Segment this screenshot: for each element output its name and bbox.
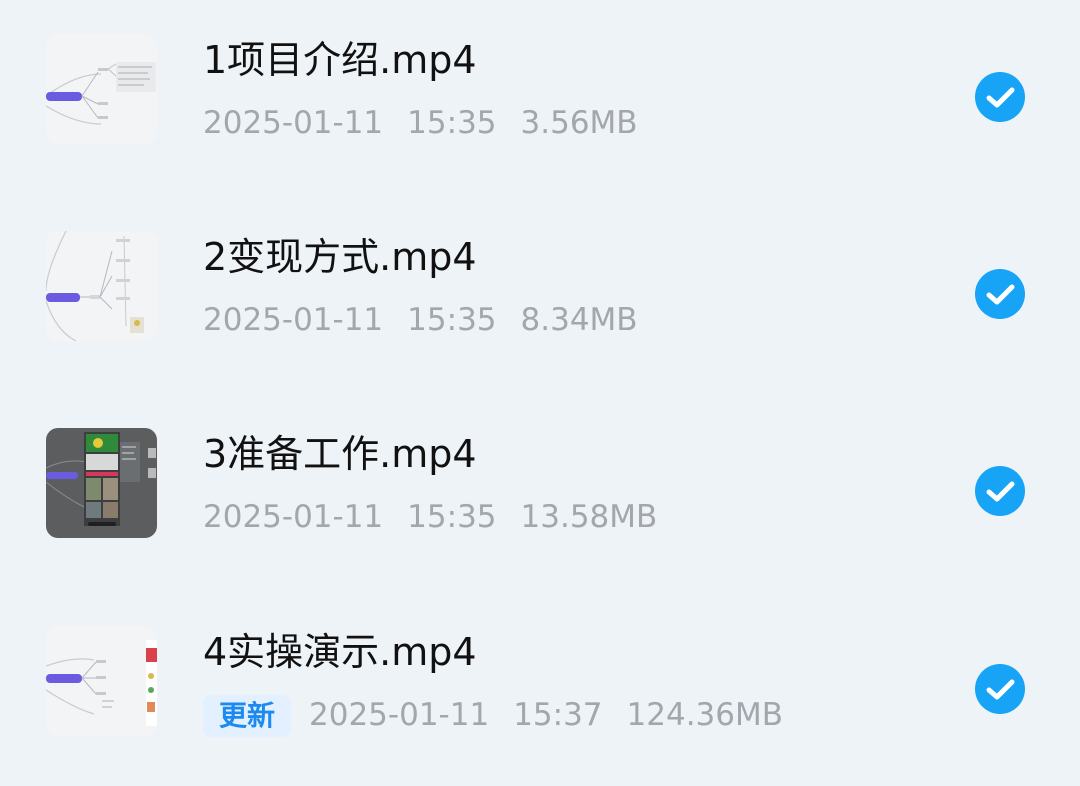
file-date: 2025-01-11 [203,302,384,338]
video-thumbnail [46,428,157,538]
file-name: 2变现方式.mp4 [203,235,477,279]
file-meta: 2025-01-11 15:35 8.34MB [203,299,638,341]
file-name: 3准备工作.mp4 [203,432,477,476]
file-meta: 更新 2025-01-11 15:37 124.36MB [203,694,783,737]
checkmark-circle-icon[interactable] [975,72,1025,122]
update-badge: 更新 [203,695,292,737]
file-row[interactable]: 1项目介绍.mp4 2025-01-11 15:35 3.56MB [0,0,1080,160]
checkmark-circle-icon[interactable] [975,466,1025,516]
checkmark-circle-icon[interactable] [975,664,1025,714]
file-meta: 2025-01-11 15:35 3.56MB [203,102,638,144]
video-thumbnail [46,34,157,144]
file-time: 15:35 [407,499,497,535]
file-size: 124.36MB [626,697,784,733]
file-row[interactable]: 3准备工作.mp4 2025-01-11 15:35 13.58MB [0,394,1080,554]
file-row[interactable]: 2变现方式.mp4 2025-01-11 15:35 8.34MB [0,197,1080,357]
file-time: 15:35 [407,302,497,338]
file-date: 2025-01-11 [203,105,384,141]
file-date: 2025-01-11 [309,697,490,733]
file-meta: 2025-01-11 15:35 13.58MB [203,496,657,538]
file-name: 4实操演示.mp4 [203,630,477,674]
video-thumbnail [46,231,157,341]
video-thumbnail [46,626,157,736]
file-time: 15:35 [407,105,497,141]
file-time: 15:37 [513,697,603,733]
file-size: 8.34MB [520,302,638,338]
file-date: 2025-01-11 [203,499,384,535]
file-name: 1项目介绍.mp4 [203,38,477,82]
checkmark-circle-icon[interactable] [975,269,1025,319]
file-row[interactable]: 4实操演示.mp4 更新 2025-01-11 15:37 124.36MB [0,592,1080,752]
file-size: 13.58MB [520,499,658,535]
file-size: 3.56MB [520,105,638,141]
file-list: 1项目介绍.mp4 2025-01-11 15:35 3.56MB 2变现方式.… [0,0,1080,786]
